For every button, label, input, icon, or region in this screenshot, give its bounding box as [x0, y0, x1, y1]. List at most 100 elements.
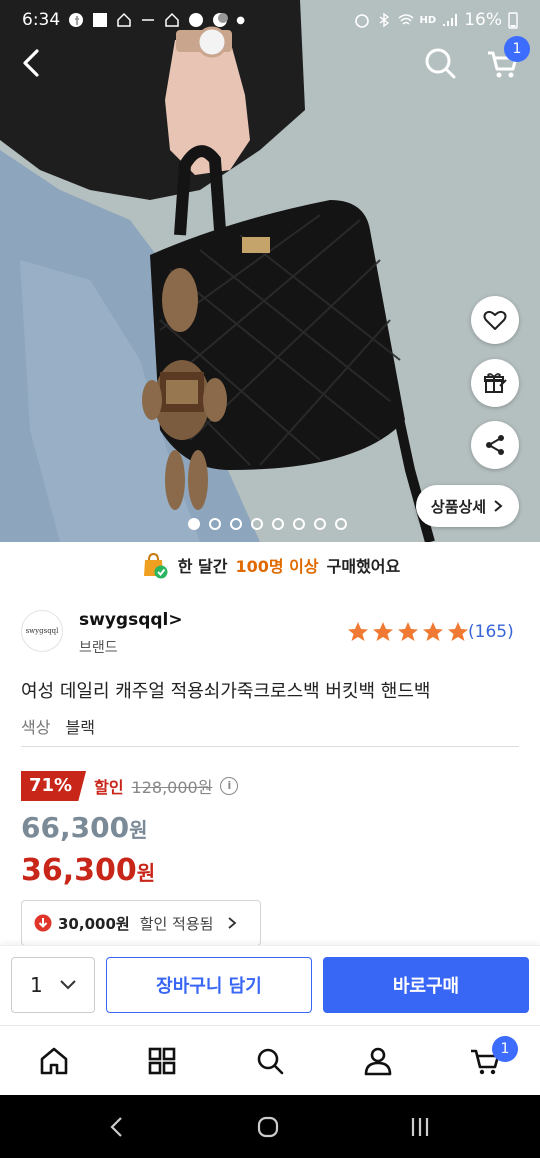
chevron-left-icon — [110, 1117, 122, 1137]
carousel-dot[interactable] — [293, 518, 305, 530]
profile-icon — [364, 1047, 392, 1076]
divider — [21, 746, 519, 747]
home-notif-icon — [117, 12, 131, 27]
product-detail-label: 상품상세 — [430, 497, 487, 516]
system-navigation-bar — [0, 1095, 540, 1158]
tab-home[interactable] — [36, 1043, 72, 1079]
home-icon — [40, 1047, 68, 1075]
search-icon — [257, 1048, 284, 1075]
product-title: 여성 데일리 캐주얼 적용쇠가죽크로스백 버킷백 핸드백 — [21, 681, 431, 702]
banner-prefix: 한 달간 — [177, 557, 228, 576]
search-button[interactable] — [418, 41, 462, 85]
banner-suffix: 구매했어요 — [326, 557, 401, 576]
product-image-carousel[interactable]: 6:34 ● HD 16% 1 상품상세 — [0, 0, 540, 542]
coupon-applied-button[interactable]: 30,000원 할인 적용됨 — [21, 900, 261, 946]
system-home-button[interactable] — [253, 1113, 283, 1141]
star-icon — [398, 622, 418, 641]
down-arrow-circle-icon — [34, 914, 52, 932]
discount-label: 할인 — [94, 778, 124, 797]
product-option: 색상 블랙 — [21, 714, 95, 738]
option-label: 색상 — [21, 718, 51, 737]
option-value: 블랙 — [65, 718, 95, 737]
system-back-button[interactable] — [102, 1113, 132, 1141]
brand-logo[interactable]: swygsqql — [21, 610, 63, 652]
network-label: HD — [419, 14, 437, 26]
final-price: 36,300원 — [21, 853, 155, 888]
star-icon — [348, 622, 368, 641]
minus-notif-icon — [142, 19, 155, 21]
gift-icon — [484, 373, 507, 393]
signal-icon — [443, 14, 458, 26]
home-notif-icon-2 — [165, 12, 179, 27]
wishlist-button[interactable] — [471, 296, 519, 344]
discount-badge: 71% — [21, 771, 87, 801]
gift-button[interactable] — [471, 359, 519, 407]
info-icon[interactable]: i — [220, 777, 239, 795]
alarm-icon — [354, 14, 369, 28]
carousel-dot[interactable] — [188, 518, 200, 530]
tab-profile[interactable] — [360, 1043, 396, 1079]
home-circle-icon — [257, 1116, 279, 1138]
buy-now-button[interactable]: 바로구매 — [323, 957, 529, 1013]
tab-category[interactable] — [144, 1043, 180, 1079]
bluetooth-icon — [379, 12, 389, 28]
recents-icon — [411, 1118, 429, 1136]
banner-highlight: 100명 이상 — [235, 557, 319, 576]
battery-level: 16% — [464, 10, 502, 30]
cart-count-badge: 1 — [504, 36, 530, 62]
star-icon — [423, 622, 443, 641]
moon-icon — [213, 13, 229, 27]
quantity-value: 1 — [30, 973, 43, 997]
share-button[interactable] — [471, 421, 519, 469]
price-before-coupon-value: 66,300 — [21, 811, 130, 844]
final-price-value: 36,300 — [21, 853, 137, 888]
carousel-dot[interactable] — [314, 518, 326, 530]
eats-icon — [189, 13, 204, 27]
brand-label: 브랜드 — [79, 640, 118, 656]
more-notif-dot: ● — [236, 14, 245, 26]
brand-row: swygsqql swygsqql> 브랜드 (165) — [21, 608, 521, 658]
status-time: 6:34 — [22, 10, 61, 30]
app-icon — [93, 13, 108, 27]
tab-search[interactable] — [252, 1043, 288, 1079]
star-icon — [373, 622, 393, 641]
purchase-count-banner: 한 달간 100명 이상 구매했어요 — [0, 543, 540, 587]
product-detail-button[interactable]: 상품상세 — [416, 485, 519, 527]
carousel-dot[interactable] — [230, 518, 242, 530]
facebook-icon — [69, 13, 84, 27]
brand-name-link[interactable]: swygsqql> — [79, 610, 183, 630]
currency-unit: 원 — [129, 818, 148, 842]
purchase-action-bar: 1 장바구니 담기 바로구매 — [0, 945, 540, 1025]
star-icon — [448, 622, 468, 641]
carousel-indicators — [188, 518, 347, 530]
back-button[interactable] — [9, 41, 53, 85]
original-price: 128,000원 — [131, 778, 213, 797]
price-before-coupon: 66,300원 — [21, 811, 147, 844]
currency-unit: 원 — [136, 861, 156, 885]
carousel-dot[interactable] — [251, 518, 263, 530]
rating-stars[interactable] — [346, 620, 470, 644]
category-icon — [148, 1047, 176, 1075]
system-recents-button[interactable] — [405, 1113, 435, 1141]
heart-icon — [483, 310, 507, 330]
coupon-text: 할인 적용됨 — [139, 914, 214, 933]
chevron-right-icon — [494, 500, 503, 512]
coupon-amount: 30,000원 — [58, 914, 130, 933]
chevron-down-icon — [60, 980, 76, 990]
chevron-right-icon — [228, 917, 237, 929]
carousel-dot[interactable] — [335, 518, 347, 530]
carousel-dot[interactable] — [209, 518, 221, 530]
discount-row: 71% 할인 128,000원 i — [21, 771, 239, 801]
review-count-link[interactable]: (165) — [468, 622, 514, 642]
wifi-icon — [398, 14, 414, 25]
share-icon — [486, 435, 504, 455]
shopping-bag-check-icon — [143, 552, 168, 579]
carousel-dot[interactable] — [272, 518, 284, 530]
quantity-select[interactable]: 1 — [11, 957, 95, 1013]
battery-icon — [508, 12, 518, 29]
bottom-tab-bar — [0, 1025, 540, 1095]
add-to-cart-button[interactable]: 장바구니 담기 — [106, 957, 312, 1013]
search-icon — [425, 48, 456, 79]
chevron-left-icon — [23, 49, 39, 77]
tab-cart-badge: 1 — [492, 1036, 518, 1062]
